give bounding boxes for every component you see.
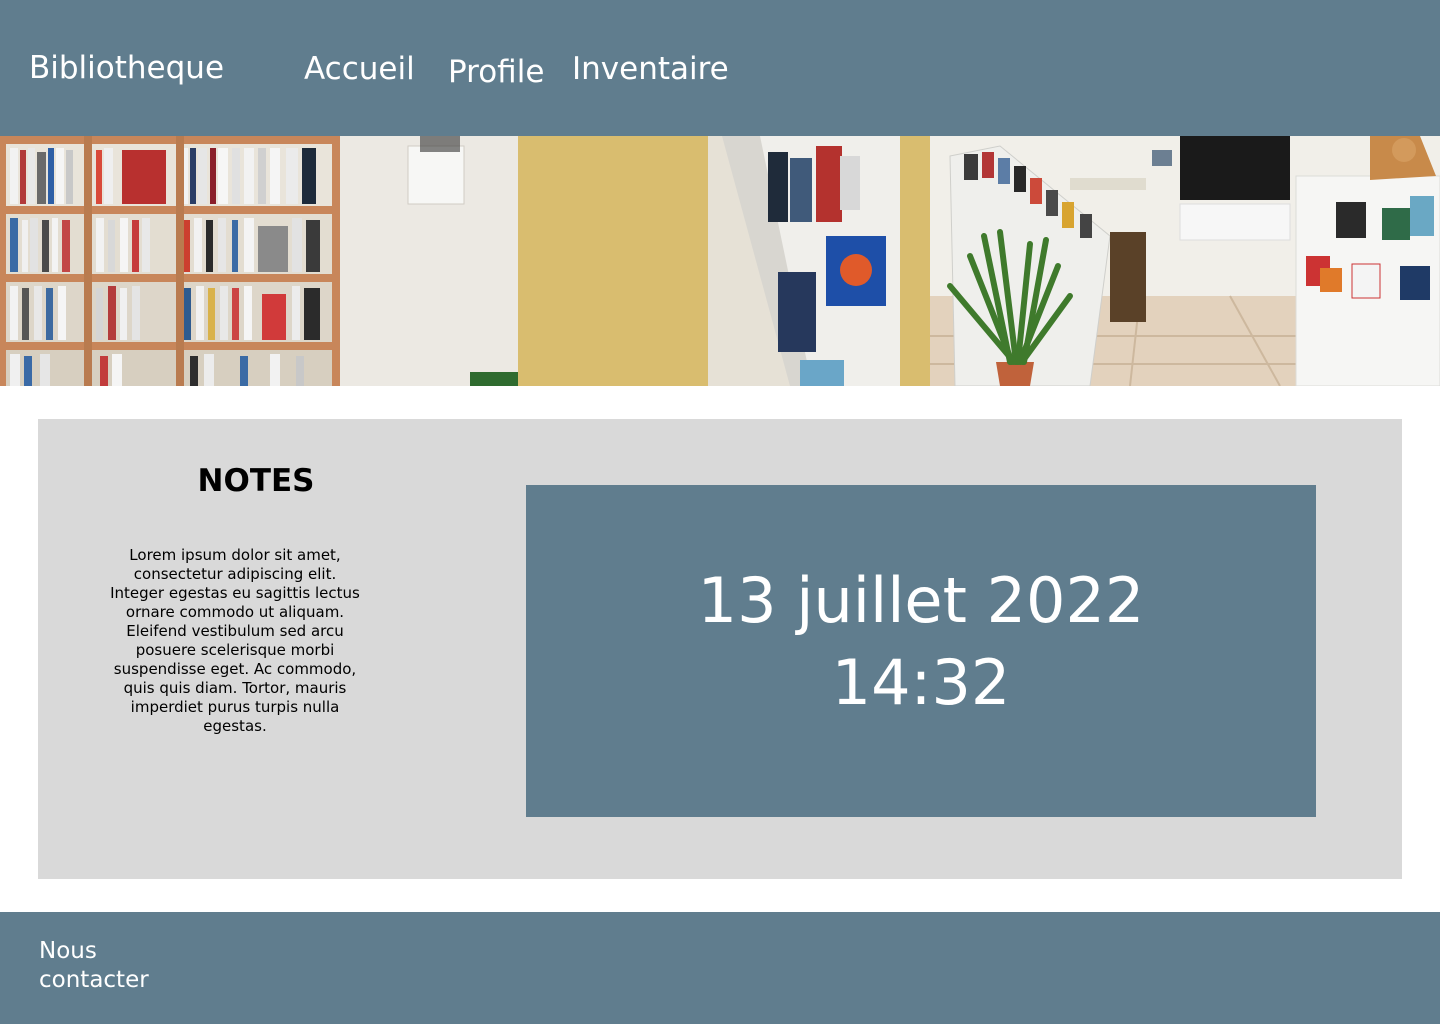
nav-link-profile[interactable]: Profile xyxy=(448,52,544,92)
footer xyxy=(0,912,1440,1024)
notes-title: NOTES xyxy=(197,463,315,499)
notes-body: Lorem ipsum dolor sit amet, consectetur … xyxy=(110,546,360,735)
nav-link-inventaire[interactable]: Inventaire xyxy=(572,49,729,89)
library-hero-image xyxy=(0,136,1440,386)
nav-link-accueil[interactable]: Accueil xyxy=(304,49,415,89)
site-brand[interactable]: Bibliotheque xyxy=(29,48,224,88)
library-interior-illustration xyxy=(0,136,1440,386)
contact-link[interactable]: Nous contacter xyxy=(39,937,179,995)
current-time: 14:32 xyxy=(831,646,1011,719)
current-date: 13 juillet 2022 xyxy=(697,564,1145,637)
top-navbar: Bibliotheque Accueil Profile Inventaire xyxy=(0,0,1440,136)
